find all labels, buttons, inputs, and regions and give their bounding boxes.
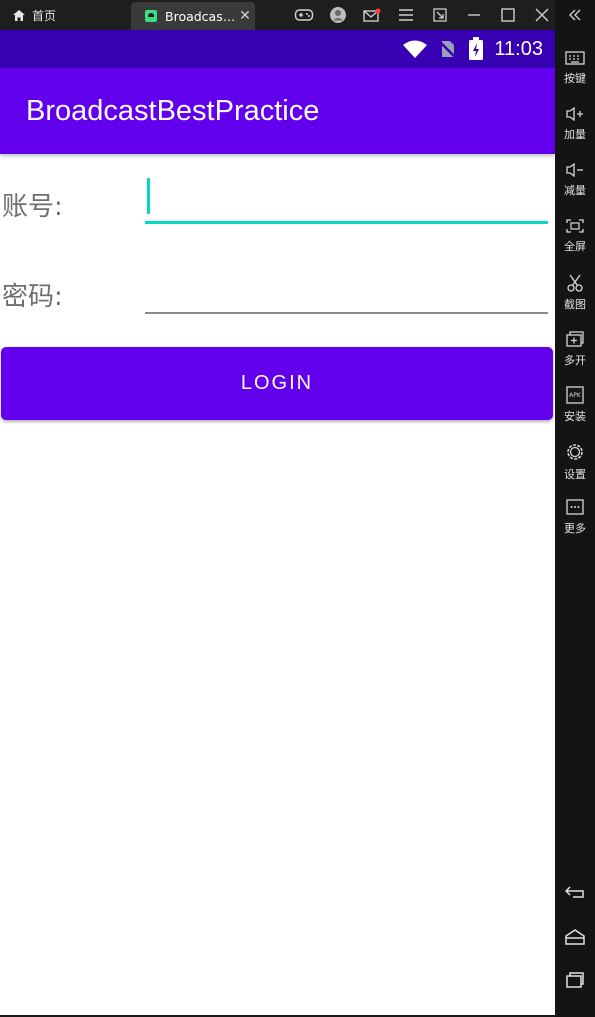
status-bar: 11:03: [0, 30, 555, 68]
app-tab[interactable]: Broadcas… ✕: [131, 2, 255, 30]
sidebar-item-label: 安装: [564, 410, 586, 423]
android-app-icon: [145, 10, 157, 22]
apk-install-icon: APK: [566, 386, 584, 404]
phone-screen: 11:03 BroadcastBestPractice 账号: 密码: LOGI…: [0, 30, 555, 1015]
volume-up-icon: [566, 106, 583, 122]
sidebar-item-label: 设置: [564, 468, 586, 481]
wifi-icon: [403, 40, 428, 58]
multi-instance-icon: [566, 331, 584, 347]
account-input[interactable]: [145, 176, 548, 220]
emulator-sidebar: 按键 加量 减量 全屏 截图 多开 APK 安装 设置 更多: [555, 0, 595, 1017]
status-time: 11:03: [494, 37, 543, 60]
app-tab-label: Broadcas…: [165, 8, 235, 24]
page-title: BroadcastBestPractice: [26, 94, 320, 127]
back-icon: [565, 886, 584, 898]
sidebar-item-label: 更多: [564, 522, 586, 535]
home-icon: [13, 9, 25, 21]
sidebar-item-label: 截图: [564, 298, 586, 311]
gamepad-icon[interactable]: [287, 0, 321, 30]
mail-icon[interactable]: [355, 0, 389, 30]
sidebar-item-settings[interactable]: 设置: [555, 442, 595, 494]
sidebar-item-label: 按键: [564, 72, 586, 85]
minimize-icon[interactable]: [457, 0, 491, 30]
sidebar-item-multi-instance[interactable]: 多开: [555, 330, 595, 382]
sidebar-item-label: 多开: [564, 354, 586, 367]
sidebar-item-keys[interactable]: 按键: [555, 50, 595, 102]
no-sim-icon: [438, 40, 458, 59]
maximize-icon[interactable]: [491, 0, 525, 30]
keyboard-icon: [565, 51, 585, 65]
more-icon: [566, 499, 584, 515]
account-label: 账号:: [2, 192, 63, 222]
sidebar-item-screenshot[interactable]: 截图: [555, 274, 595, 326]
home-icon: [565, 929, 585, 945]
recents-button[interactable]: [555, 965, 595, 995]
back-button[interactable]: [555, 877, 595, 907]
scissors-icon: [567, 274, 583, 292]
gear-icon: [567, 444, 583, 460]
close-icon[interactable]: [525, 0, 559, 30]
recents-icon: [566, 972, 584, 988]
sidebar-item-label: 加量: [564, 128, 586, 141]
sidebar-item-volume-down[interactable]: 减量: [555, 162, 595, 214]
popout-icon[interactable]: [423, 0, 457, 30]
sidebar-item-label: 全屏: [564, 240, 586, 253]
password-underline: [145, 312, 548, 314]
home-tab[interactable]: 首页: [12, 0, 56, 30]
account-field[interactable]: [145, 176, 548, 224]
sidebar-item-more[interactable]: 更多: [555, 498, 595, 550]
volume-down-icon: [566, 162, 583, 178]
collapse-sidebar-icon[interactable]: [555, 0, 595, 30]
sidebar-item-label: 减量: [564, 184, 586, 197]
account-icon[interactable]: [321, 0, 355, 30]
fullscreen-icon: [566, 219, 584, 233]
app-bar: BroadcastBestPractice: [0, 68, 555, 154]
svg-text:APK: APK: [569, 392, 582, 399]
password-label: 密码:: [2, 282, 63, 312]
home-button[interactable]: [555, 922, 595, 952]
menu-icon[interactable]: [389, 0, 423, 30]
account-underline: [145, 221, 548, 224]
login-button[interactable]: LOGIN: [1, 347, 553, 420]
sidebar-item-volume-up[interactable]: 加量: [555, 106, 595, 158]
tab-close-icon[interactable]: ✕: [235, 8, 255, 24]
emulator-title-bar: 首页 Broadcas… ✕: [0, 0, 595, 30]
password-input[interactable]: [145, 266, 548, 310]
battery-icon: [469, 37, 484, 60]
sidebar-item-install-apk[interactable]: APK 安装: [555, 386, 595, 438]
home-tab-label: 首页: [32, 8, 57, 23]
sidebar-item-fullscreen[interactable]: 全屏: [555, 218, 595, 270]
password-field[interactable]: [145, 266, 548, 314]
